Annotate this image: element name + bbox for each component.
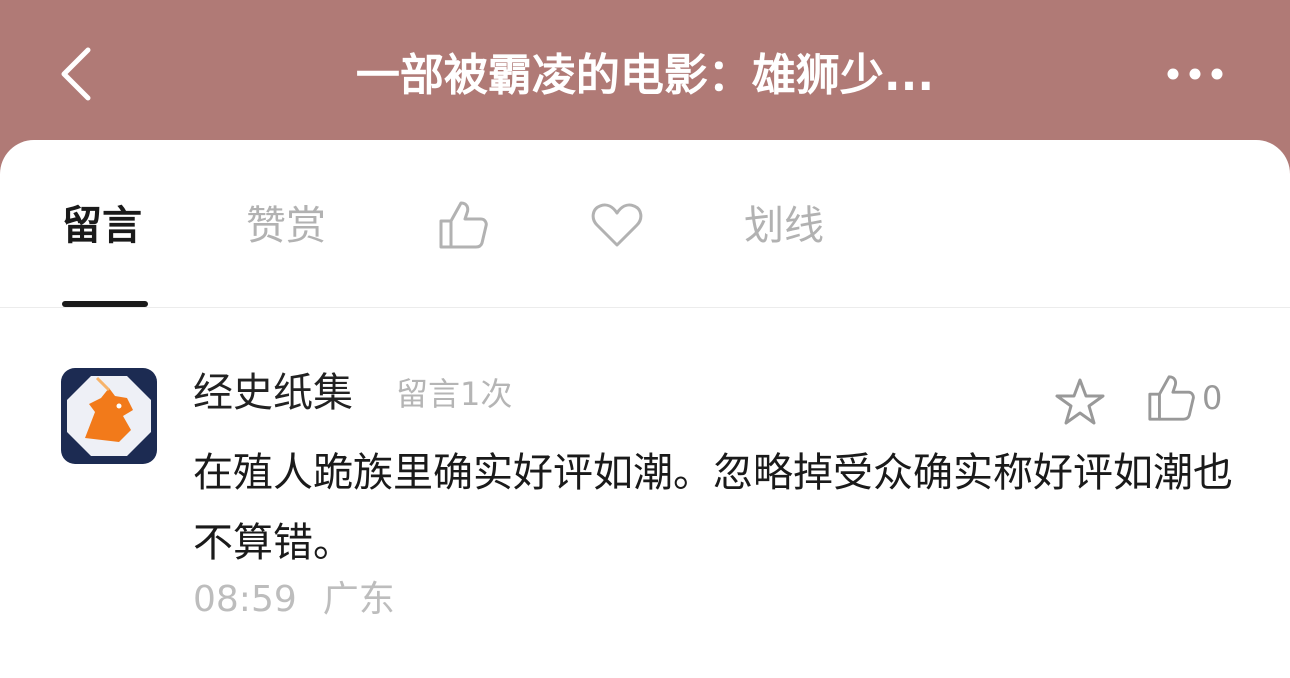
tab-rewards[interactable]: 赞赏 xyxy=(246,196,326,256)
more-dots-icon xyxy=(1167,68,1223,80)
thumbs-up-icon xyxy=(1148,375,1195,421)
header-bar: 一部被霸凌的电影：雄狮少... xyxy=(0,0,1290,150)
tab-favorites[interactable] xyxy=(590,198,644,252)
avatar[interactable] xyxy=(61,368,157,464)
unicorn-icon xyxy=(67,376,151,456)
star-button[interactable] xyxy=(1052,374,1108,430)
tab-bar: 留言 赞赏 划线 xyxy=(0,140,1290,308)
comment-meta: 08:59 广东 xyxy=(193,572,395,628)
thumbs-up-icon xyxy=(439,201,488,249)
like-button[interactable]: 0 xyxy=(1146,368,1222,428)
tab-likes[interactable] xyxy=(436,198,490,252)
page-title: 一部被霸凌的电影：雄狮少... xyxy=(355,50,935,101)
like-count: 0 xyxy=(1202,379,1223,417)
tab-highlights[interactable]: 划线 xyxy=(744,196,824,256)
comment-count-badge: 留言1次 xyxy=(396,375,513,413)
comments-sheet: 留言 赞赏 划线 经史纸集 留言1次 0 在殖人跪族里确实好评如潮。忽略掉受众确… xyxy=(0,140,1290,678)
heart-icon xyxy=(591,203,643,247)
more-button[interactable] xyxy=(1160,54,1230,94)
comment-location: 广东 xyxy=(322,579,395,620)
star-icon xyxy=(1055,378,1105,425)
divider xyxy=(0,307,1290,308)
chevron-left-icon xyxy=(61,47,91,101)
tab-comments[interactable]: 留言 xyxy=(62,196,142,256)
back-button[interactable] xyxy=(52,44,100,104)
comment-time: 08:59 xyxy=(193,579,297,620)
comment-username[interactable]: 经史纸集 xyxy=(193,365,353,421)
comment-text: 在殖人跪族里确实好评如潮。忽略掉受众确实称好评如潮也不算错。 xyxy=(193,450,1233,566)
